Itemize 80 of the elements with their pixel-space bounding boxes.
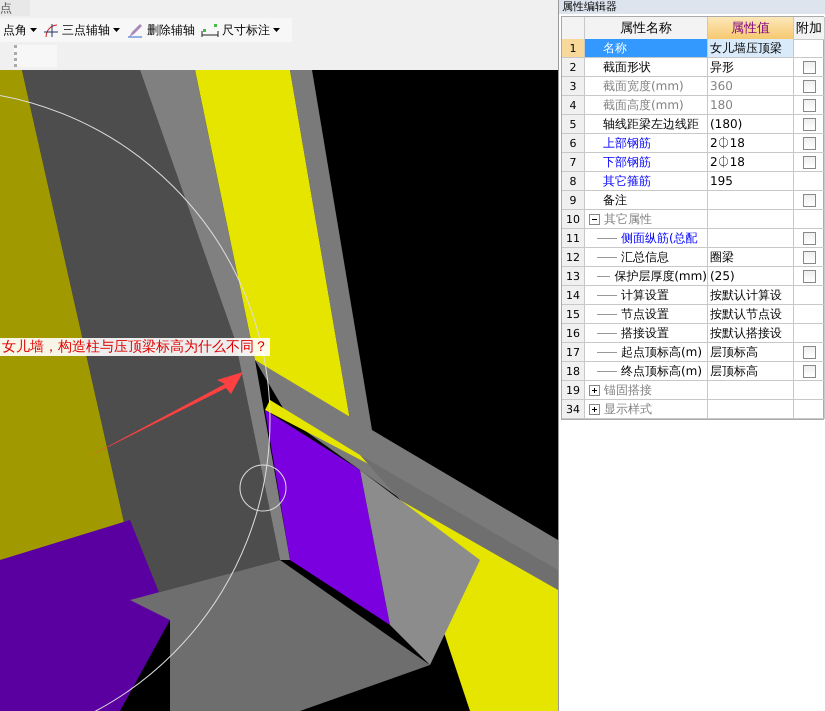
column-header[interactable]: 属性名称 bbox=[585, 17, 708, 40]
checkbox[interactable] bbox=[802, 232, 816, 244]
row-number: 4 bbox=[562, 96, 585, 115]
row-number: 19 bbox=[562, 381, 585, 400]
column-header[interactable]: 附加 bbox=[794, 17, 825, 40]
row-number: 13 bbox=[562, 267, 585, 286]
toolbar-button[interactable]: 点角 bbox=[0, 19, 40, 41]
toolbar-button[interactable]: 三点辅轴 bbox=[40, 19, 123, 41]
property-value[interactable]: 按默认搭接设 bbox=[708, 324, 794, 343]
checkbox[interactable] bbox=[802, 194, 816, 206]
checkbox[interactable] bbox=[802, 364, 816, 378]
toolbar-grip[interactable] bbox=[14, 45, 57, 67]
property-name[interactable]: 其它箍筋 bbox=[585, 172, 708, 191]
property-name[interactable]: 备注 bbox=[585, 191, 708, 210]
property-name[interactable]: 终点顶标高(m) bbox=[585, 362, 708, 381]
row-number: 15 bbox=[562, 305, 585, 324]
checkbox[interactable] bbox=[802, 60, 816, 74]
property-name[interactable]: 起点顶标高(m) bbox=[585, 343, 708, 362]
row-number: 9 bbox=[562, 191, 585, 210]
checkbox[interactable] bbox=[802, 156, 816, 168]
corner-cell bbox=[562, 17, 585, 40]
column-header[interactable]: 属性值 bbox=[708, 17, 794, 40]
table-cell bbox=[794, 400, 825, 419]
annotation-text: 女儿墙，构造柱与压顶梁标高为什么不同？ bbox=[0, 338, 270, 356]
property-name[interactable]: 其它属性 bbox=[585, 210, 708, 229]
checkbox[interactable] bbox=[802, 346, 816, 358]
expand-icon[interactable] bbox=[589, 384, 600, 396]
property-value[interactable]: 195 bbox=[708, 172, 794, 191]
property-name[interactable]: 汇总信息 bbox=[585, 248, 708, 267]
property-name[interactable]: 显示样式 bbox=[585, 400, 708, 419]
dimension-icon bbox=[201, 22, 219, 38]
property-name[interactable]: 截面形状 bbox=[585, 58, 708, 77]
property-name[interactable]: 上部钢筋 bbox=[585, 134, 708, 153]
row-number: 34 bbox=[562, 400, 585, 419]
property-name[interactable]: 轴线距梁左边线距 bbox=[585, 115, 708, 134]
collapse-icon[interactable] bbox=[589, 214, 600, 224]
panel-title: 属性编辑器 bbox=[562, 0, 617, 14]
property-name[interactable]: 侧面纵筋(总配 bbox=[585, 229, 708, 248]
row-number: 8 bbox=[562, 172, 585, 191]
property-value[interactable]: (25) bbox=[708, 267, 794, 286]
property-value[interactable]: 异形 bbox=[708, 58, 794, 77]
table-cell bbox=[794, 305, 825, 324]
brush-icon bbox=[126, 22, 144, 38]
row-number: 11 bbox=[562, 229, 585, 248]
row-number: 12 bbox=[562, 248, 585, 267]
row-number: 16 bbox=[562, 324, 585, 343]
property-name[interactable]: 保护层厚度(mm) bbox=[585, 267, 708, 286]
property-value[interactable]: 按默认节点设 bbox=[708, 305, 794, 324]
checkbox[interactable] bbox=[802, 270, 816, 282]
property-value[interactable]: (180) bbox=[708, 115, 794, 134]
property-value[interactable]: 按默认计算设 bbox=[708, 286, 794, 305]
property-value[interactable]: 2⏀18 bbox=[708, 134, 794, 153]
menu-text[interactable]: 点 bbox=[0, 0, 30, 16]
toolbar-button[interactable]: 尺寸标注 bbox=[198, 19, 283, 41]
property-name[interactable]: 锚固搭接 bbox=[585, 381, 708, 400]
expand-icon[interactable] bbox=[589, 404, 600, 414]
property-value[interactable]: 层顶标高 bbox=[708, 343, 794, 362]
property-name[interactable]: 搭接设置 bbox=[585, 324, 708, 343]
checkbox[interactable] bbox=[802, 250, 816, 264]
checkbox[interactable] bbox=[802, 118, 816, 130]
row-number: 1 bbox=[562, 39, 585, 58]
row-number: 7 bbox=[562, 153, 585, 172]
toolbar-button[interactable]: 删除辅轴 bbox=[123, 19, 198, 41]
row-number: 2 bbox=[562, 58, 585, 77]
property-value[interactable]: 层顶标高 bbox=[708, 362, 794, 381]
row-number: 17 bbox=[562, 343, 585, 362]
row-number: 18 bbox=[562, 362, 585, 381]
property-value[interactable]: 圈梁 bbox=[708, 248, 794, 267]
row-number: 6 bbox=[562, 134, 585, 153]
row-number: 14 bbox=[562, 286, 585, 305]
property-name[interactable]: 计算设置 bbox=[585, 286, 708, 305]
checkbox[interactable] bbox=[802, 136, 816, 150]
property-name[interactable]: 下部钢筋 bbox=[585, 153, 708, 172]
row-number: 10 bbox=[562, 210, 585, 229]
arc-axis-icon bbox=[43, 22, 59, 38]
property-value[interactable]: 2⏀18 bbox=[708, 153, 794, 172]
row-number: 3 bbox=[562, 77, 585, 96]
property-value[interactable]: 女儿墙压顶梁 bbox=[708, 39, 794, 58]
row-number: 5 bbox=[562, 115, 585, 134]
property-name[interactable]: 节点设置 bbox=[585, 305, 708, 324]
